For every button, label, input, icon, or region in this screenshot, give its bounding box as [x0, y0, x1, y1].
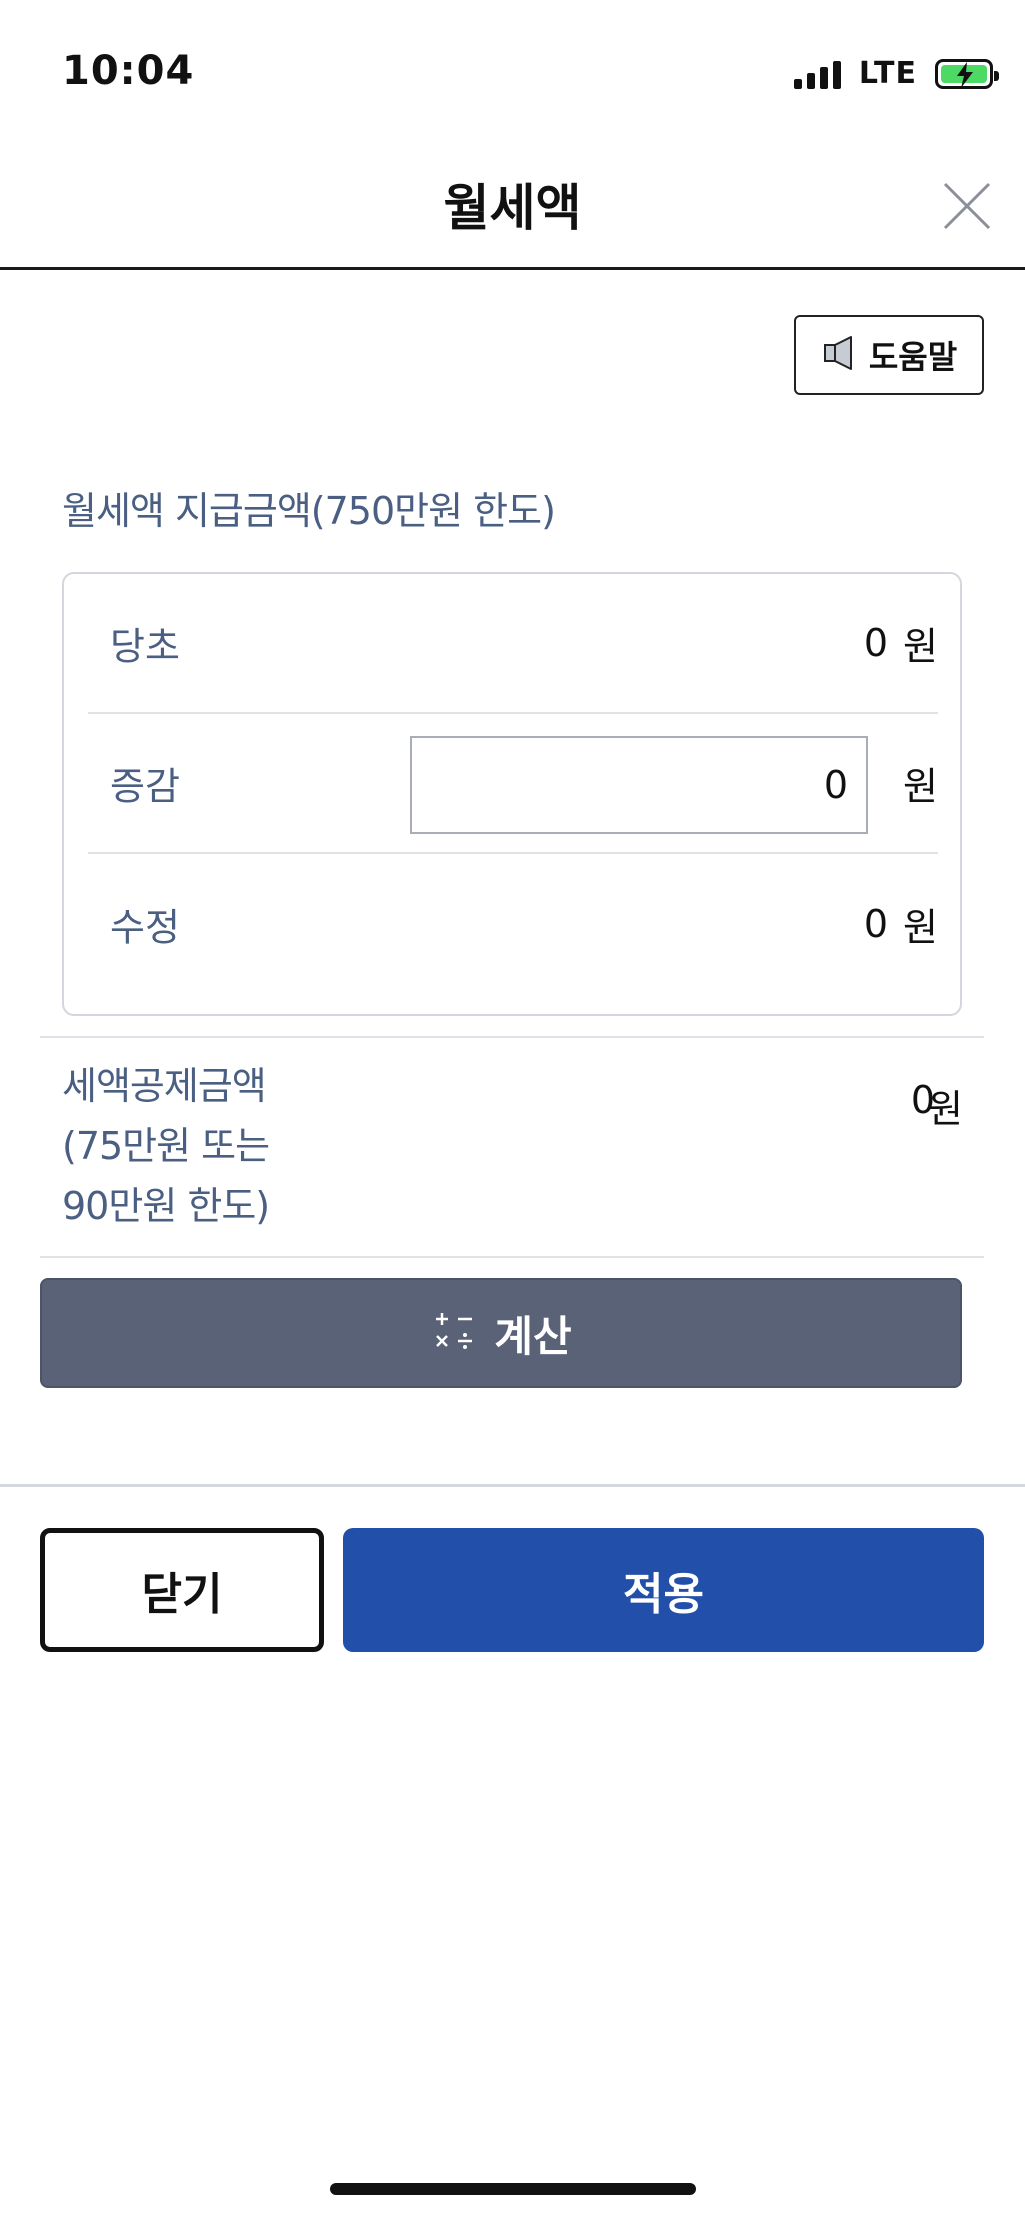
amount-card: 당초 0 원 증감 원 수정 0 원 [62, 572, 962, 1016]
calculator-icon [430, 1307, 478, 1359]
status-bar: 10:04 LTE [0, 0, 1025, 140]
speaker-icon [821, 333, 861, 377]
signal-icon [793, 59, 841, 89]
deduction-label-line: (75만원 또는 [62, 1124, 270, 1168]
calculate-button[interactable]: 계산 [40, 1278, 962, 1388]
help-button[interactable]: 도움말 [794, 315, 984, 395]
status-indicators: LTE [793, 56, 999, 91]
close-button-label: 닫기 [141, 1569, 223, 1620]
close-icon[interactable] [941, 180, 993, 232]
deduction-label-line: 세액공제금액 [62, 1064, 267, 1108]
apply-button-label: 적용 [623, 1569, 704, 1620]
change-amount-input[interactable] [410, 736, 868, 834]
row-unit: 원 [903, 764, 938, 809]
status-time: 10:04 [62, 48, 195, 94]
home-indicator [330, 2183, 696, 2195]
row-label: 수정 [110, 905, 180, 950]
row-unit: 원 [903, 624, 938, 669]
deduction-unit: 원 [928, 1087, 963, 1131]
row-change: 증감 원 [88, 714, 938, 854]
row-label: 증감 [110, 764, 180, 809]
apply-button[interactable]: 적용 [343, 1528, 984, 1652]
footer-divider [0, 1484, 1025, 1487]
row-value: 0 [863, 621, 888, 665]
divider [40, 1256, 984, 1258]
close-button[interactable]: 닫기 [40, 1528, 324, 1652]
modal-header: 월세액 [0, 140, 1025, 270]
row-label: 당초 [110, 624, 180, 669]
row-unit: 원 [903, 905, 938, 950]
row-modified: 수정 0 원 [88, 854, 938, 994]
deduction-label: 세액공제금액 (75만원 또는 90만원 한도) [62, 1056, 462, 1236]
page-title: 월세액 [443, 179, 582, 237]
network-label: LTE [858, 56, 917, 91]
deduction-label-line: 90만원 한도) [62, 1184, 270, 1228]
calculate-button-label: 계산 [494, 1311, 572, 1361]
battery-icon [935, 58, 999, 89]
row-original: 당초 0 원 [88, 574, 938, 714]
row-value: 0 [863, 902, 888, 946]
divider [40, 1036, 984, 1038]
help-button-label: 도움말 [868, 338, 958, 376]
section-title: 월세액 지급금액(750만원 한도) [62, 489, 556, 533]
